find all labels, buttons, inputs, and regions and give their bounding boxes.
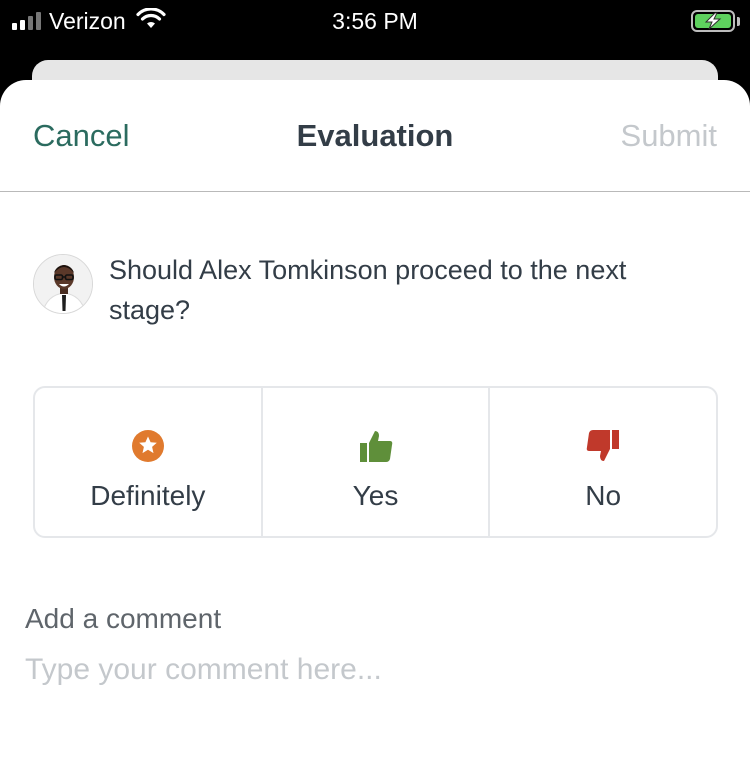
battery-charging-icon <box>691 10 735 32</box>
evaluation-sheet: Cancel Evaluation Submit Should Alex Tom… <box>0 80 750 780</box>
thumbs-down-icon <box>586 426 620 466</box>
avatar <box>33 254 93 314</box>
comment-input[interactable] <box>25 648 725 692</box>
choice-label: Yes <box>352 480 399 511</box>
question-row: Should Alex Tomkinson proceed to the nex… <box>33 250 669 330</box>
submit-button[interactable]: Submit <box>621 118 717 154</box>
choice-label: Definitely <box>90 480 206 511</box>
choice-yes[interactable]: Yes <box>260 388 489 536</box>
status-time: 3:56 PM <box>332 8 418 34</box>
question-text: Should Alex Tomkinson proceed to the nex… <box>109 255 627 325</box>
choice-definitely[interactable]: Definitely <box>35 388 261 536</box>
nav-bar: Cancel Evaluation Submit <box>0 80 750 192</box>
choice-label: No <box>585 480 622 511</box>
status-bar: Verizon 3:56 PM <box>0 0 750 60</box>
battery-tip <box>737 16 740 26</box>
thumbs-up-icon <box>359 426 393 466</box>
star-icon <box>131 426 165 466</box>
comment-label: Add a comment <box>25 603 222 634</box>
evaluation-choices: Definitely Yes No <box>33 386 718 538</box>
choice-no[interactable]: No <box>488 388 716 536</box>
